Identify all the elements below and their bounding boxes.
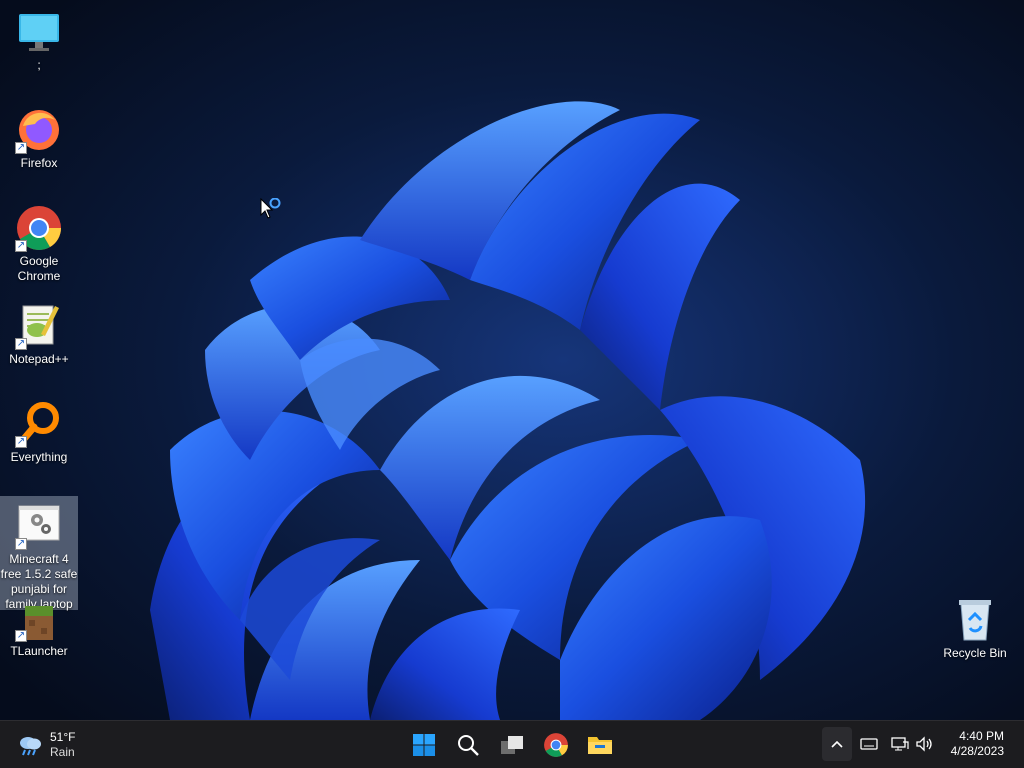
desktop-icon-label: Recycle Bin [943,646,1007,660]
start-button[interactable] [408,729,440,761]
network-button[interactable] [889,727,911,761]
search-button[interactable] [452,729,484,761]
monitor-icon [15,8,63,56]
show-hidden-icons-button[interactable] [822,727,852,761]
shortcut-arrow-icon: ↗ [15,338,27,350]
shortcut-arrow-icon: ↗ [15,436,27,448]
settings-file-icon: ↗ [15,502,63,550]
busy-cursor-icon [260,198,281,219]
volume-icon [916,736,932,752]
desktop-icon-this-pc[interactable]: ; [0,8,78,73]
desktop-icon-label: Everything [10,450,68,464]
taskbar: 51°F Rain 4:40 PM 4/28/2023 [0,720,1024,768]
taskbar-chrome-button[interactable] [540,729,572,761]
chevron-up-icon [831,740,843,748]
desktop-icon-label: Minecraft 4 free 1.5.2 safe punjabi for … [0,552,78,611]
minecraft-block-icon: ↗ [15,606,63,642]
network-icon [891,737,909,751]
windows-start-icon [413,734,435,756]
desktop-icon-label: Google Chrome [17,254,61,283]
desktop-icon-google-chrome[interactable]: ↗ Google Chrome [0,204,78,284]
chrome-icon: ↗ [15,204,63,252]
everything-search-icon: ↗ [15,400,63,448]
desktop-icon-notepad-plus-plus[interactable]: ↗ Notepad++ [0,302,78,367]
task-view-button[interactable] [496,729,528,761]
taskbar-file-explorer-button[interactable] [584,729,616,761]
search-icon [458,735,479,756]
clock-time: 4:40 PM [959,729,1004,743]
clock-button[interactable]: 4:40 PM 4/28/2023 [951,729,1004,759]
desktop-icon-recycle-bin[interactable]: Recycle Bin [936,596,1014,661]
desktop-icon-label: TLauncher [10,644,68,658]
notepad-plus-plus-icon: ↗ [15,302,63,350]
shortcut-arrow-icon: ↗ [15,142,27,154]
desktop-icon-label: Notepad++ [9,352,69,366]
shortcut-arrow-icon: ↗ [15,240,27,252]
desktop-icon-label: Firefox [20,156,58,170]
folder-icon [588,737,612,754]
weather-widget[interactable]: 51°F Rain [16,729,75,761]
input-indicator-button[interactable] [858,727,880,761]
weather-condition: Rain [50,745,75,759]
chrome-icon [544,733,568,757]
clock-date: 4/28/2023 [950,744,1004,758]
desktop-icon-label: ; [37,58,41,72]
desktop-icon-tlauncher[interactable]: ↗ TLauncher [0,606,78,659]
desktop-icon-minecraft-installer[interactable]: ↗ Minecraft 4 free 1.5.2 safe punjabi fo… [0,496,78,611]
recycle-bin-icon [951,596,999,644]
shortcut-arrow-icon: ↗ [15,538,27,550]
keyboard-icon [860,738,878,750]
desktop[interactable]: ; ↗ Firefox ↗ Google Chrome ↗ Notepad++ … [0,0,1024,720]
task-view-icon [501,736,523,754]
desktop-icon-everything[interactable]: ↗ Everything [0,400,78,465]
volume-button[interactable] [914,727,936,761]
desktop-icon-firefox[interactable]: ↗ Firefox [0,106,78,171]
cloud-rain-icon [20,737,41,756]
shortcut-arrow-icon: ↗ [15,630,27,642]
wallpaper-bloom [0,0,1024,720]
firefox-icon: ↗ [15,106,63,154]
weather-temperature: 51°F [50,730,76,744]
